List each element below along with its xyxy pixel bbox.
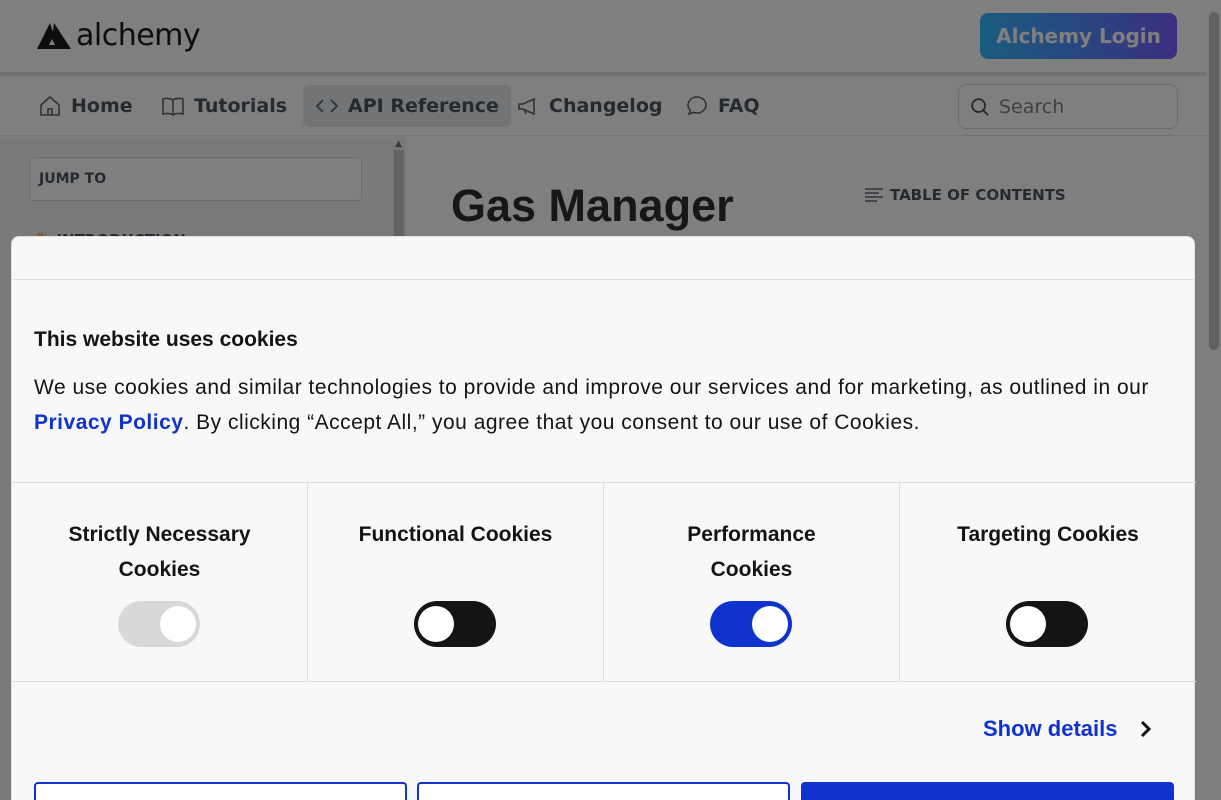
toggle-knob <box>160 606 196 642</box>
cookie-category-functional: Functional Cookies <box>308 483 604 681</box>
cookie-banner-title: This website uses cookies <box>34 328 298 351</box>
cookie-category-performance: Performance Cookies <box>604 483 900 681</box>
category-label: Functional Cookies <box>358 523 553 546</box>
cookie-categories: Strictly Necessary Cookies Functional Co… <box>12 482 1196 682</box>
show-details-link[interactable]: Show details <box>983 716 1153 742</box>
cookie-category-targeting: Targeting Cookies <box>900 483 1196 681</box>
cookie-category-strictly-necessary: Strictly Necessary Cookies <box>12 483 308 681</box>
category-label: Strictly Necessary Cookies <box>68 523 251 581</box>
toggle-knob <box>1010 606 1046 642</box>
category-label: Targeting Cookies <box>957 523 1139 546</box>
privacy-policy-link[interactable]: Privacy Policy <box>34 411 183 434</box>
cookie-text-before: We use cookies and similar technologies … <box>34 376 1149 399</box>
reject-all-button[interactable] <box>417 782 790 800</box>
toggle-knob <box>418 606 454 642</box>
targeting-cookies-toggle[interactable] <box>1006 601 1088 647</box>
cookie-banner: This website uses cookies We use cookies… <box>11 236 1196 800</box>
chevron-right-icon <box>1141 720 1152 738</box>
cookie-banner-text: We use cookies and similar technologies … <box>34 370 1184 440</box>
strictly-necessary-toggle <box>118 601 200 647</box>
show-details-label: Show details <box>983 716 1118 741</box>
toggle-knob <box>752 606 788 642</box>
cookie-text-after: . By clicking “Accept All,” you agree th… <box>183 411 920 434</box>
banner-top-divider <box>12 279 1194 280</box>
functional-cookies-toggle[interactable] <box>414 601 496 647</box>
cookie-settings-button[interactable] <box>34 782 407 800</box>
performance-cookies-toggle[interactable] <box>710 601 792 647</box>
category-label: Performance Cookies <box>687 523 816 581</box>
accept-all-button[interactable] <box>801 782 1174 800</box>
